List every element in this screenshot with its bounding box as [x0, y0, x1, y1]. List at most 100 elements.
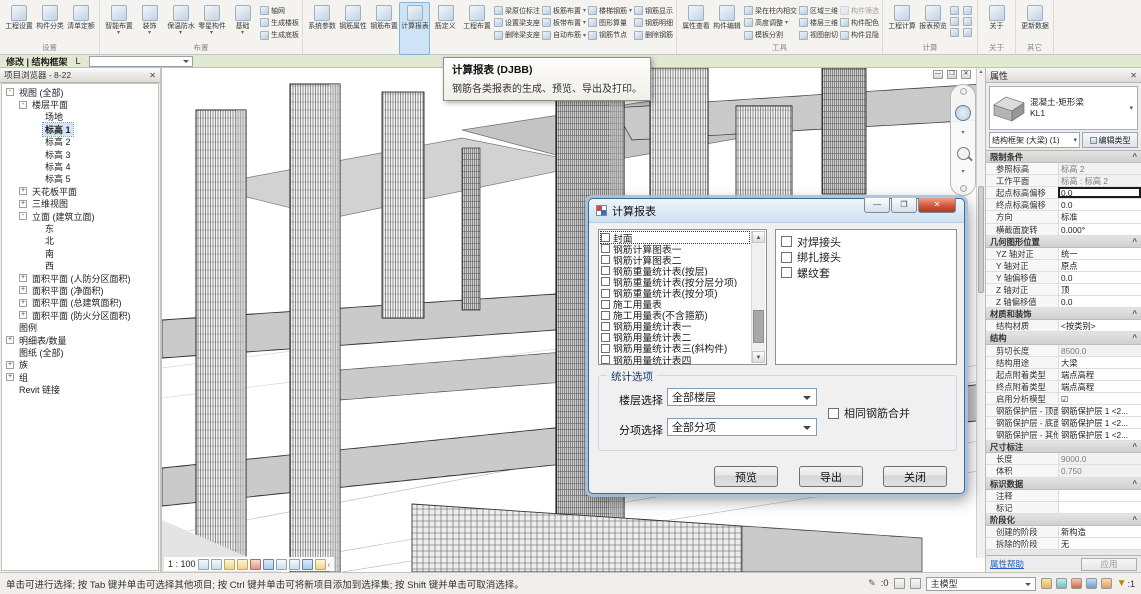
property-value[interactable]: 钢筋保护层 1 <2...	[1058, 429, 1141, 440]
ribbon-small-button[interactable]: 板带布置	[542, 17, 586, 28]
ribbon-button[interactable]: 报表预览	[917, 2, 948, 41]
ribbon-small-button[interactable]: 设置梁支座	[494, 17, 540, 28]
tree-item[interactable]: Revit 链接	[2, 383, 158, 395]
ribbon-small-button[interactable]: 轴网	[260, 5, 299, 16]
report-option[interactable]: 钢筋计算图表二	[601, 254, 749, 265]
ribbon-small-button[interactable]: 自动布筋	[542, 30, 586, 41]
close-button[interactable]: 关闭	[883, 466, 947, 487]
checkbox-icon[interactable]	[781, 252, 792, 263]
ribbon-small-button[interactable]: 梁在柱内相交	[744, 5, 797, 16]
property-row[interactable]: 参照标高 标高 2	[986, 163, 1141, 175]
close-icon[interactable]: ✕	[149, 71, 156, 80]
tree-expander-icon[interactable]: -	[6, 88, 14, 96]
item-select-combo[interactable]: 全部分项	[667, 418, 817, 436]
tree-item[interactable]: - 视图 (全部)	[2, 86, 158, 98]
property-value[interactable]: 新构造	[1058, 526, 1141, 537]
navbar-options-icon[interactable]	[960, 88, 967, 95]
ribbon-small-button[interactable]: 视图剖切	[799, 30, 838, 41]
property-value[interactable]: ☑	[1058, 393, 1141, 404]
type-selector-combo[interactable]	[89, 56, 193, 67]
ribbon-button[interactable]: 基础	[227, 2, 258, 41]
tree-item[interactable]: + 族	[2, 359, 158, 371]
property-value[interactable]: 钢筋保护层 1 <2...	[1058, 405, 1141, 416]
report-option[interactable]: 封面	[601, 232, 749, 243]
calc-print-icon[interactable]	[963, 17, 972, 26]
ribbon-small-button[interactable]: 生成底板	[260, 30, 299, 41]
ribbon-button[interactable]: 构件分类	[34, 2, 65, 41]
property-value[interactable]: 8500.0	[1058, 345, 1141, 356]
tree-item[interactable]: + 明细表/数量	[2, 334, 158, 346]
tree-expander-icon[interactable]: +	[6, 336, 14, 344]
selection-filter[interactable]: ▼ :1	[1117, 578, 1135, 589]
render-icon[interactable]	[263, 559, 274, 570]
exclude-options-icon[interactable]	[1071, 578, 1082, 589]
property-value[interactable]: 0.000°	[1058, 224, 1141, 235]
scroll-up-icon[interactable]: ▲	[752, 231, 765, 243]
property-value[interactable]: 无	[1058, 538, 1141, 549]
navbar-bottom-icon[interactable]	[960, 185, 967, 192]
report-type-list[interactable]: ▲ ▼ 封面 钢筋计算图表一 钢筋计算图表二 钢筋重量统计表(按层)	[598, 229, 767, 365]
property-row[interactable]: 钢筋保护层 - 顶面 钢筋保护层 1 <2...	[986, 405, 1141, 417]
property-value[interactable]: 端点高程	[1058, 381, 1141, 392]
ribbon-button[interactable]: 属性查看	[680, 2, 711, 41]
ribbon-small-button[interactable]: 板筋布置	[542, 5, 586, 16]
ribbon-small-button[interactable]: 构件显隐	[840, 30, 879, 41]
property-value[interactable]: 原点	[1058, 260, 1141, 271]
view-close-icon[interactable]: ✕	[961, 70, 971, 79]
ribbon-small-button[interactable]: 钢筋节点	[588, 30, 632, 41]
ribbon-small-button[interactable]: 钢筋明细	[634, 17, 673, 28]
property-row[interactable]: 几何图形位置	[986, 236, 1141, 248]
ribbon-button[interactable]: 钢筋布置	[368, 2, 399, 41]
maximize-icon[interactable]: ❐	[891, 198, 917, 213]
ribbon-button[interactable]: 保温防水	[165, 2, 196, 41]
tree-expander-icon[interactable]: +	[19, 187, 27, 195]
merge-rebar-checkbox[interactable]: 相同钢筋合并	[828, 405, 910, 421]
dialog-titlebar[interactable]: 计算报表 — ❐ ✕	[589, 199, 964, 223]
tree-item[interactable]: 东	[2, 222, 158, 234]
joint-type-list[interactable]: 对焊接头 绑扎接头 螺纹套	[775, 229, 957, 365]
tree-item[interactable]: + 天花板平面	[2, 185, 158, 197]
ribbon-button[interactable]: 工程计算	[886, 2, 917, 41]
tree-item[interactable]: 标高 3	[2, 148, 158, 160]
tree-item[interactable]: 图例	[2, 321, 158, 333]
ribbon-button[interactable]: 筋定义	[430, 2, 461, 41]
ribbon-small-button[interactable]: 模板分割	[744, 30, 797, 41]
ribbon-small-button[interactable]: 删除梁支座	[494, 30, 540, 41]
tree-item[interactable]: + 三维视图	[2, 198, 158, 210]
property-value[interactable]: 0.0	[1058, 296, 1141, 307]
property-value[interactable]: 9000.0	[1058, 453, 1141, 464]
property-value[interactable]	[1058, 502, 1141, 513]
tree-expander-icon[interactable]: +	[6, 361, 14, 369]
property-row[interactable]: 起点标高偏移 0.0	[986, 187, 1141, 199]
ribbon-small-button[interactable]: 区域三维	[799, 5, 838, 16]
property-value[interactable]: 标高 2	[1058, 163, 1141, 174]
report-option[interactable]: 钢筋重量统计表(按层)	[601, 265, 749, 276]
worksharing-display-icon[interactable]	[1041, 578, 1052, 589]
property-row[interactable]: 注释	[986, 490, 1141, 502]
crop-region-icon[interactable]	[289, 559, 300, 570]
tree-item[interactable]: - 楼层平面	[2, 98, 158, 110]
tree-item[interactable]: 图纸 (全部)	[2, 346, 158, 358]
property-row[interactable]: 横截面旋转 0.000°	[986, 224, 1141, 236]
tree-expander-icon[interactable]: -	[19, 101, 27, 109]
ribbon-small-button[interactable]: 构件筛选	[840, 5, 879, 16]
property-row[interactable]: 拆除的阶段 无	[986, 538, 1141, 550]
property-value[interactable]: <按类别>	[1058, 320, 1141, 331]
property-value[interactable]: 端点高程	[1058, 369, 1141, 380]
tree-item[interactable]: + 面积平面 (防火分区面积)	[2, 309, 158, 321]
tree-expander-icon[interactable]: +	[19, 200, 27, 208]
report-option[interactable]: 钢筋用量统计表三(斜构件)	[601, 343, 749, 354]
property-row[interactable]: Z 轴对正 顶	[986, 284, 1141, 296]
editable-only-icon[interactable]	[1056, 578, 1067, 589]
instance-selector[interactable]: 结构框架 (大梁) (1)	[989, 132, 1080, 148]
property-value[interactable]: 0.750	[1058, 465, 1141, 476]
property-row[interactable]: 钢筋保护层 - 其他面 钢筋保护层 1 <2...	[986, 429, 1141, 441]
checkbox-icon[interactable]	[781, 236, 792, 247]
worksets-icon[interactable]	[894, 578, 905, 589]
property-row[interactable]: 阶段化	[986, 514, 1141, 526]
tree-expander-icon[interactable]: +	[19, 311, 27, 319]
edit-type-button[interactable]: 编辑类型	[1082, 132, 1138, 148]
property-row[interactable]: Y 轴偏移值 0.0	[986, 272, 1141, 284]
export-button[interactable]: 导出	[799, 466, 863, 487]
visual-style-icon[interactable]	[224, 559, 235, 570]
